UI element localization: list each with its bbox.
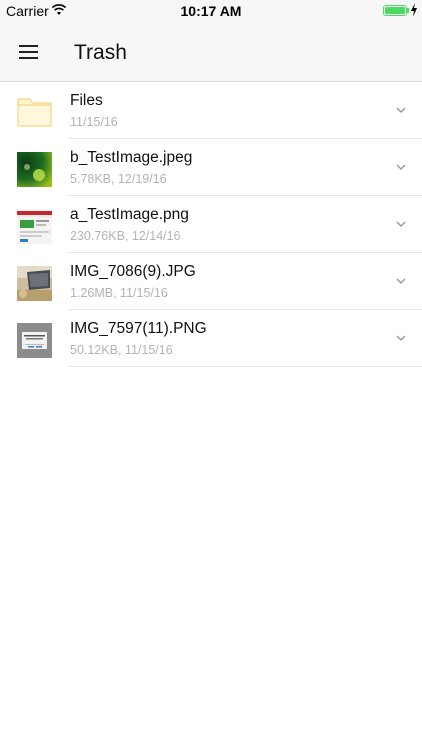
- file-name: IMG_7597(11).PNG: [70, 320, 207, 337]
- file-date: 11/15/16: [124, 343, 173, 357]
- meta-separator: ,: [113, 286, 121, 300]
- file-list: Files 11/15/16 b_TestImage.jpeg 5.78KB, …: [0, 82, 422, 367]
- file-size: 5.78KB: [70, 172, 112, 186]
- file-row[interactable]: b_TestImage.jpeg 5.78KB, 12/19/16: [0, 139, 422, 196]
- file-size: 230.76KB: [70, 229, 125, 243]
- image-thumbnail: [17, 152, 52, 187]
- file-date: 11/15/16: [70, 115, 118, 129]
- file-name: Files: [70, 92, 103, 109]
- status-bar: Carrier 10:17 AM: [0, 0, 422, 22]
- battery-icon: [383, 5, 407, 16]
- file-meta: 1.26MB, 11/15/16: [70, 286, 168, 300]
- chevron-down-icon[interactable]: [394, 160, 408, 174]
- meta-separator: ,: [117, 343, 125, 357]
- status-time: 10:17 AM: [180, 3, 242, 19]
- folder-icon: [17, 98, 52, 127]
- meta-separator: ,: [111, 172, 118, 186]
- image-thumbnail: [17, 266, 52, 301]
- row-divider: [69, 366, 422, 367]
- file-date: 12/19/16: [117, 172, 167, 186]
- charging-bolt-icon: [411, 3, 417, 17]
- file-name: b_TestImage.jpeg: [70, 149, 193, 166]
- file-row-files-folder[interactable]: Files 11/15/16: [0, 82, 422, 139]
- navigation-bar: Trash: [0, 22, 422, 82]
- chevron-down-icon[interactable]: [394, 274, 408, 288]
- image-thumbnail: [17, 209, 52, 244]
- file-row[interactable]: IMG_7086(9).JPG 1.26MB, 11/15/16: [0, 253, 422, 310]
- battery-tip: [407, 8, 409, 13]
- file-meta: 230.76KB, 12/14/16: [70, 229, 181, 243]
- chevron-down-icon[interactable]: [394, 331, 408, 345]
- file-name: a_TestImage.png: [70, 206, 189, 223]
- file-date: 12/14/16: [131, 229, 181, 243]
- chevron-down-icon[interactable]: [394, 103, 408, 117]
- page-title: Trash: [74, 41, 127, 64]
- chevron-down-icon[interactable]: [394, 217, 408, 231]
- image-thumbnail: [17, 323, 52, 358]
- hamburger-menu-icon[interactable]: [14, 38, 44, 66]
- file-size: 1.26MB: [70, 286, 114, 300]
- file-date: 11/15/16: [120, 286, 168, 300]
- file-meta: 50.12KB, 11/15/16: [70, 343, 173, 357]
- file-row[interactable]: IMG_7597(11).PNG 50.12KB, 11/15/16: [0, 310, 422, 367]
- meta-separator: ,: [124, 229, 132, 243]
- file-row[interactable]: a_TestImage.png 230.76KB, 12/14/16: [0, 196, 422, 253]
- file-name: IMG_7086(9).JPG: [70, 263, 196, 280]
- file-size: 50.12KB: [70, 343, 118, 357]
- file-meta: 5.78KB, 12/19/16: [70, 172, 167, 186]
